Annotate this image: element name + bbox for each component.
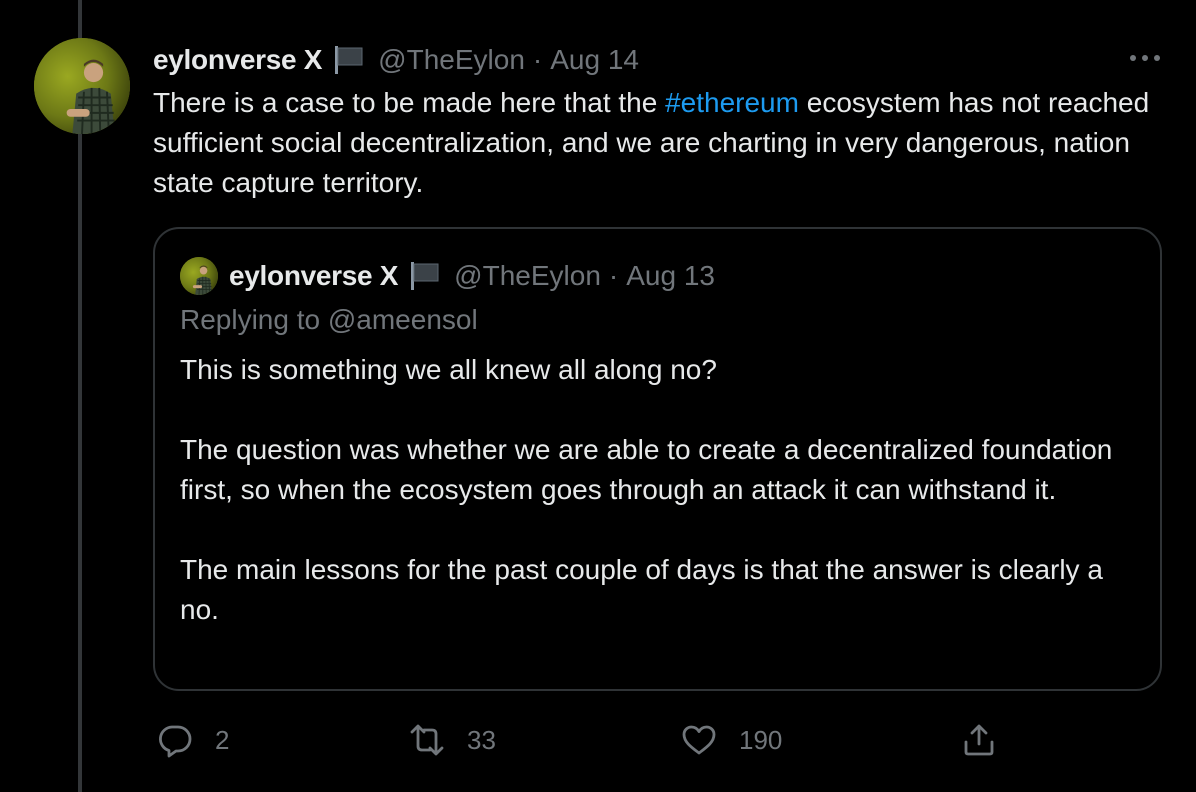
retweet-button[interactable]: 33 (409, 718, 496, 762)
flag-icon (332, 43, 366, 77)
quoted-avatar-photo (180, 257, 218, 295)
retweet-count: 33 (467, 724, 496, 755)
author-handle[interactable]: @TheEylon (378, 44, 525, 76)
quoted-tweet-date: Aug 13 (626, 260, 715, 291)
quoted-paragraph: This is something we all knew all along … (180, 354, 717, 385)
quoted-tweet-header: eylonverse X @TheEylon · Aug 13 (180, 256, 715, 296)
replying-to: Replying to @ameensol (180, 304, 478, 335)
share-icon (964, 724, 994, 756)
reply-count: 2 (215, 724, 230, 755)
tweet-header: eylonverse X @TheEylon · Aug 14 (153, 40, 639, 80)
quoted-avatar-wrap (180, 257, 218, 295)
retweet-icon (410, 724, 444, 756)
quoted-tweet[interactable]: eylonverse X @TheEylon · Aug 13 Replying… (153, 227, 1162, 691)
like-button[interactable]: 190 (681, 718, 782, 762)
top-strip (0, 0, 1196, 14)
action-bar: 2 33 190 (153, 718, 1013, 762)
flag-icon (408, 259, 442, 293)
tweet-date[interactable]: Aug 14 (550, 44, 639, 76)
tweet-text: There is a case to be made here that the… (153, 83, 1153, 203)
author-avatar[interactable] (34, 38, 130, 134)
quoted-tweet-text: This is something we all knew all along … (180, 350, 1140, 630)
header-separator: · (532, 44, 543, 75)
hashtag-link[interactable]: #ethereum (665, 87, 799, 118)
quoted-paragraph: The question was whether we are able to … (180, 434, 1113, 505)
like-count: 190 (739, 724, 783, 755)
author-name[interactable]: eylonverse X (153, 44, 322, 76)
quoted-author-name: eylonverse X (229, 260, 399, 291)
reply-button[interactable]: 2 (157, 718, 229, 762)
quoted-paragraph: The main lessons for the past couple of … (180, 554, 1103, 625)
more-icon[interactable] (1128, 50, 1162, 66)
reply-icon (159, 725, 192, 758)
tweet-text-before: There is a case to be made here that the (153, 87, 666, 118)
quoted-author-handle: @TheEylon (454, 260, 601, 291)
avatar-photo (34, 38, 130, 134)
share-button[interactable] (961, 718, 997, 762)
like-icon (682, 725, 716, 755)
quoted-author-avatar[interactable] (180, 257, 218, 295)
quoted-header-separator: · (608, 260, 619, 291)
